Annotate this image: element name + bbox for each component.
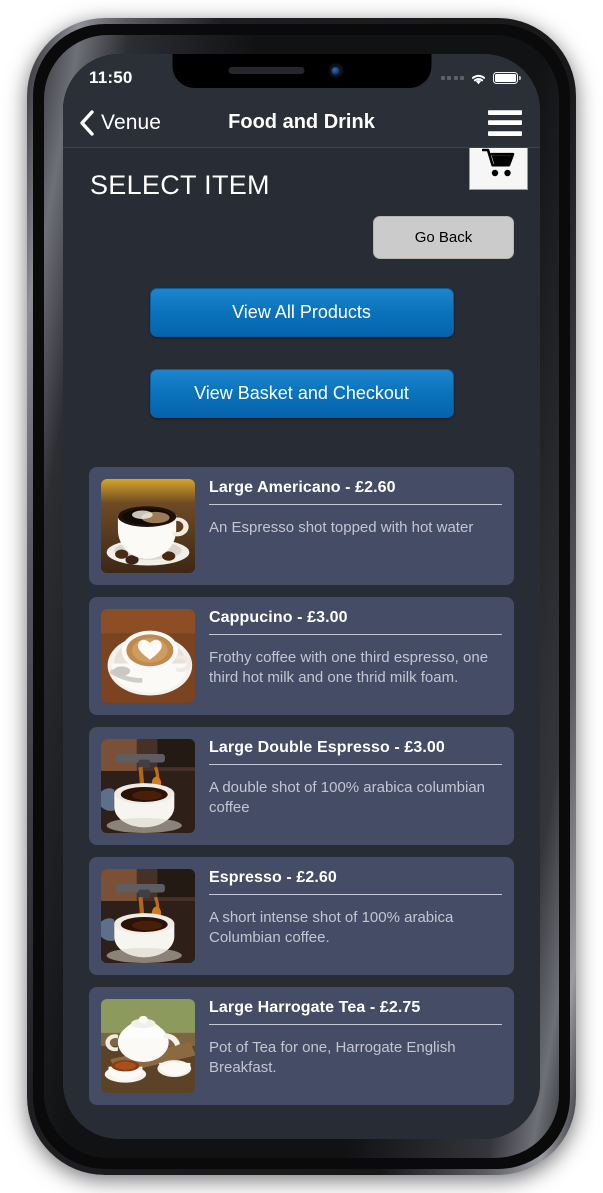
product-title: Large Harrogate Tea - £2.75 [209,999,502,1025]
product-thumbnail [101,609,195,703]
product-description: A double shot of 100% arabica columbian … [209,779,486,817]
phone-inner-ring: 11:50 Venue Food and Drink SELECT ITEM G… [44,35,559,1158]
product-details: Cappucino - £3.00 Frothy coffee with one … [195,609,502,703]
product-title: Cappucino - £3.00 [209,609,502,635]
navigation-bar: Venue Food and Drink [63,98,540,148]
product-description: Pot of Tea for one, Harrogate English Br… [209,1039,456,1077]
status-indicators [440,72,521,85]
earpiece-speaker-icon [228,67,304,74]
back-button[interactable]: Venue [63,109,162,136]
shopping-cart-button[interactable] [469,148,528,190]
go-back-button[interactable]: Go Back [373,216,514,259]
product-card[interactable]: Espresso - £2.60 A short intense shot of … [89,857,514,975]
signal-dots-icon [440,76,464,80]
view-basket-and-checkout-button[interactable]: View Basket and Checkout [149,369,454,418]
status-time: 11:50 [89,68,133,87]
phone-bezel: 11:50 Venue Food and Drink SELECT ITEM G… [33,24,570,1169]
product-card[interactable]: Large Americano - £2.60 An Espresso shot … [89,467,514,585]
wifi-icon [470,72,487,85]
phone-frame: 11:50 Venue Food and Drink SELECT ITEM G… [27,18,576,1175]
go-back-row: Go Back [63,201,540,259]
view-all-products-button[interactable]: View All Products [149,288,454,337]
product-details: Large Harrogate Tea - £2.75 Pot of Tea fo… [195,999,502,1093]
front-camera-icon [328,63,343,78]
product-details: Large Americano - £2.60 An Espresso shot … [195,479,502,573]
view-basket-row: View Basket and Checkout [63,369,540,418]
product-card[interactable]: Large Double Espresso - £3.00 A double sh… [89,727,514,845]
product-card[interactable]: Cappucino - £3.00 Frothy coffee with one … [89,597,514,715]
product-description: Frothy coffee with one third espresso, o… [209,649,489,687]
product-thumbnail [101,999,195,1093]
product-thumbnail [101,739,195,833]
product-description: A short intense shot of 100% arabica Col… [209,909,454,947]
product-title: Large Americano - £2.60 [209,479,502,505]
product-title: Espresso - £2.60 [209,869,502,895]
product-details: Large Double Espresso - £3.00 A double sh… [195,739,502,833]
main-content: SELECT ITEM Go Back View All Products Vi… [63,148,540,1139]
product-description: An Espresso shot topped with hot water [209,519,474,536]
product-thumbnail [101,479,195,573]
back-button-label: Venue [101,110,162,134]
product-list: Large Americano - £2.60 An Espresso shot … [63,467,540,1105]
notch [172,54,431,88]
hamburger-menu-icon[interactable] [488,109,522,136]
phone-screen: 11:50 Venue Food and Drink SELECT ITEM G… [63,54,540,1139]
chevron-left-icon [79,109,94,136]
shopping-cart-icon [481,148,516,178]
product-title: Large Double Espresso - £3.00 [209,739,502,765]
battery-full-icon [493,72,521,84]
app-surface: 11:50 Venue Food and Drink SELECT ITEM G… [63,54,540,1139]
view-all-products-row: View All Products [63,288,540,337]
product-details: Espresso - £2.60 A short intense shot of … [195,869,502,963]
product-card[interactable]: Large Harrogate Tea - £2.75 Pot of Tea fo… [89,987,514,1105]
product-thumbnail [101,869,195,963]
